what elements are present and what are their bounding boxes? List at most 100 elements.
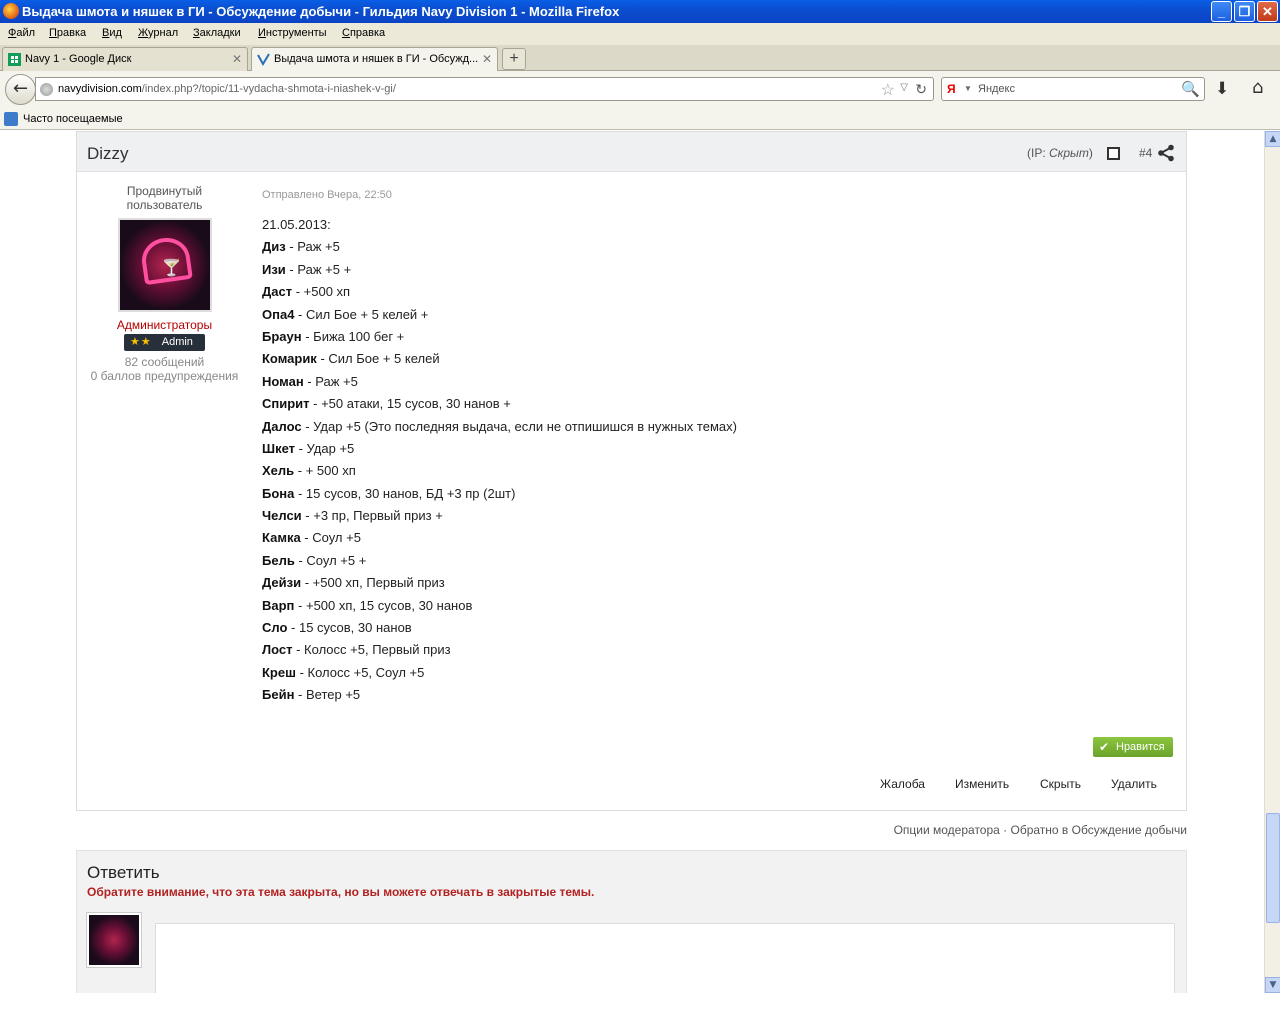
site-identity-icon[interactable] — [40, 83, 53, 96]
reply-avatar — [87, 913, 141, 967]
close-window-button[interactable]: ✕ — [1257, 1, 1278, 22]
back-button[interactable]: ← — [5, 74, 36, 105]
post-entry-line: Шкет - Удар +5 — [262, 438, 1162, 460]
post-entry-line: Бейн - Ветер +5 — [262, 684, 1162, 706]
post-entry-line: Бель - Соул +5 + — [262, 550, 1162, 572]
reward-text: - Соул +5 — [300, 530, 361, 546]
avatar-glass-graphic: 🍸 — [161, 260, 182, 277]
window-titlebar: Выдача шмота и няшек в ГИ - Обсуждение д… — [0, 0, 1280, 23]
player-name: Креш — [262, 664, 296, 680]
post-entry-line: Спирит - +50 атаки, 15 сусов, 30 нанов + — [262, 393, 1162, 415]
post-entry-line: Диз - Раж +5 — [262, 236, 1162, 258]
scrollbar-thumb[interactable] — [1266, 813, 1280, 923]
search-bar[interactable]: Я ▼ Яндекс 🔍 — [941, 77, 1205, 101]
player-name: Бель — [262, 552, 295, 568]
post-number[interactable]: #4 — [1139, 146, 1152, 160]
star-icon: ★★ — [130, 336, 152, 348]
player-name: Далос — [262, 418, 302, 434]
author-info: Продвинутый пользователь 🍸 Администратор… — [77, 184, 252, 383]
post-entry-line: Далос - Удар +5 (Это последняя выдача, е… — [262, 416, 1162, 438]
menu-edit[interactable]: Правка — [49, 27, 86, 39]
post-author-name[interactable]: Dizzy — [87, 144, 129, 164]
post-entry-line: Дейзи - +500 хп, Первый приз — [262, 572, 1162, 594]
post-date: Отправлено Вчера, 22:50 — [262, 189, 392, 201]
player-name: Челси — [262, 508, 302, 524]
scroll-down-icon[interactable]: ▼ — [1265, 977, 1280, 993]
post-entry-line: Камка - Соул +5 — [262, 527, 1162, 549]
post-entry-line: Комарик - Сил Бое + 5 келей — [262, 348, 1162, 370]
history-dropdown-icon[interactable]: ▽ — [900, 82, 908, 93]
post-entry-line: Бона - 15 сусов, 30 нанов, БД +3 пр (2шт… — [262, 483, 1162, 505]
player-name: Изи — [262, 261, 286, 277]
tab-google-drive[interactable]: Navy 1 - Google Диск ✕ — [2, 47, 248, 71]
menu-bookmarks[interactable]: Закладки — [193, 27, 241, 39]
closed-topic-notice: Обратите внимание, что эта тема закрыта,… — [87, 885, 595, 899]
reward-text: - +3 пр, Первый приз + — [301, 508, 443, 524]
reward-text: - Бижа 100 бег + — [301, 328, 405, 344]
post-entry-line: Хель - + 500 хп — [262, 460, 1162, 482]
player-name: Дейзи — [262, 575, 302, 591]
post-entry-line: Даст - +500 хп — [262, 281, 1162, 303]
reward-text: - Удар +5 (Это последняя выдача, если не… — [301, 418, 737, 434]
minimize-button[interactable]: _ — [1211, 1, 1232, 22]
reward-text: - Сил Бое + 5 келей — [316, 351, 440, 367]
moderation-checkbox[interactable] — [1107, 147, 1120, 160]
reward-text: - +50 атаки, 15 сусов, 30 нанов + — [309, 396, 511, 412]
tab-close-icon[interactable]: ✕ — [482, 52, 492, 66]
maximize-button[interactable]: ❐ — [1234, 1, 1255, 22]
bookmarks-toolbar: Часто посещаемые — [0, 109, 1280, 130]
user-rank: Продвинутый пользователь — [126, 184, 203, 212]
tab-label: Выдача шмота и няшек в ГИ - Обсужд... — [274, 53, 479, 65]
menu-history[interactable]: Журнал — [138, 27, 178, 39]
reply-editor[interactable] — [155, 923, 1175, 993]
search-input[interactable]: Яндекс — [978, 83, 1015, 95]
player-name: Бейн — [262, 687, 295, 703]
menu-help[interactable]: Справка — [342, 27, 385, 39]
url-bar[interactable]: navydivision.com/index.php?/topic/11-vyd… — [35, 77, 934, 101]
tab-label: Navy 1 - Google Диск — [25, 53, 132, 65]
yandex-logo-icon[interactable]: Я — [947, 82, 956, 96]
menu-tools[interactable]: Инструменты — [258, 27, 327, 39]
reply-title: Ответить — [87, 863, 160, 882]
checkmark-icon: ✔ — [1099, 740, 1110, 754]
search-engine-dropdown-icon[interactable]: ▼ — [964, 84, 972, 93]
site-favicon-icon — [257, 53, 270, 66]
moderator-options-link[interactable]: Опции модератора · Обратно в Обсуждение … — [880, 823, 1187, 837]
vertical-scrollbar[interactable]: ▲ ▼ — [1264, 131, 1280, 993]
post-entry-line: Лост - Колосс +5, Первый приз — [262, 639, 1162, 661]
home-icon[interactable]: ⌂ — [1252, 77, 1263, 98]
like-button[interactable]: ✔ Нравится — [1093, 737, 1173, 757]
share-icon[interactable] — [1157, 144, 1175, 162]
reward-text: - Раж +5 — [285, 239, 340, 255]
report-button[interactable]: Жалоба — [880, 777, 925, 791]
tab-current-topic[interactable]: Выдача шмота и няшек в ГИ - Обсужд... ✕ — [251, 47, 498, 72]
search-icon[interactable]: 🔍 — [1181, 80, 1200, 98]
reward-text: - +500 хп, Первый приз — [301, 575, 445, 591]
post-entry-line: Варп - +500 хп, 15 сусов, 30 нанов — [262, 595, 1162, 617]
reload-icon[interactable]: ↻ — [915, 81, 927, 98]
google-sheets-icon — [8, 53, 21, 66]
new-tab-button[interactable]: + — [502, 48, 526, 70]
reward-text: - Колосс +5, Соул +5 — [295, 664, 425, 680]
scroll-up-icon[interactable]: ▲ — [1265, 131, 1280, 147]
tab-close-icon[interactable]: ✕ — [232, 52, 242, 66]
tab-strip: Navy 1 - Google Диск ✕ Выдача шмота и ня… — [0, 45, 1280, 72]
menu-file[interactable]: Файл — [8, 27, 35, 39]
delete-button[interactable]: Удалить — [1111, 777, 1157, 791]
player-name: Комарик — [262, 351, 317, 367]
avatar[interactable]: 🍸 — [117, 218, 212, 312]
hide-button[interactable]: Скрыть — [1040, 777, 1081, 791]
player-name: Варп — [262, 597, 295, 613]
post-entry-line: Сло - 15 сусов, 30 нанов — [262, 617, 1162, 639]
player-name: Номан — [262, 373, 304, 389]
edit-button[interactable]: Изменить — [955, 777, 1009, 791]
player-name: Шкет — [262, 440, 295, 456]
reward-text: - Сил Бое + 5 келей + — [294, 306, 429, 322]
menu-view[interactable]: Вид — [102, 27, 122, 39]
bookmark-star-icon[interactable]: ☆ — [881, 80, 895, 100]
downloads-icon[interactable]: ⬇ — [1215, 79, 1229, 99]
post-entry-line: Челси - +3 пр, Первый приз + — [262, 505, 1162, 527]
url-text[interactable]: navydivision.com/index.php?/topic/11-vyd… — [58, 83, 396, 95]
page-content: Dizzy (IP: Скрыт) #4 Продвинутый пользов… — [0, 131, 1264, 993]
bookmark-most-visited[interactable]: Часто посещаемые — [23, 113, 123, 125]
